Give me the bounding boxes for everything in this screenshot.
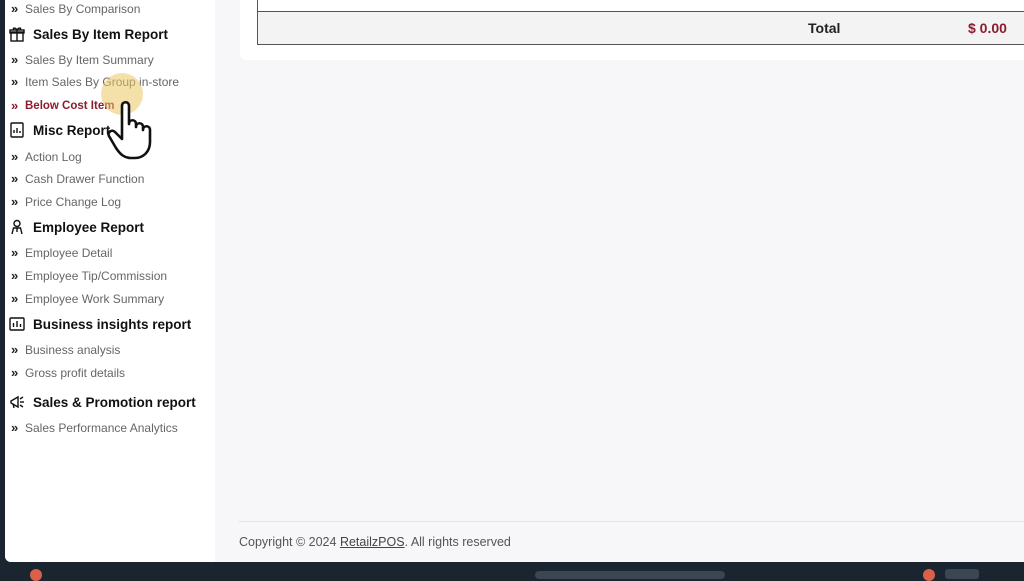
section-title: Employee Report [33,219,145,235]
hand-pointer-icon [107,100,152,160]
person-icon [7,218,27,236]
footer: Copyright © 2024 RetailzPOS. All rights … [239,535,511,549]
chevron-right-icon: » [11,245,19,260]
taskbar-icon[interactable] [945,569,979,579]
taskbar-icon[interactable] [30,569,42,581]
report-icon [7,121,27,139]
sidebar-item-sales-by-item-summary[interactable]: » Sales By Item Summary [11,52,154,68]
sidebar-item-label: Action Log [25,150,82,164]
app-window: » Sales By Comparison Sales By Item Repo… [5,0,1024,562]
section-title: Sales By Item Report [33,26,169,42]
sidebar-item-gross-profit-details[interactable]: » Gross profit details [11,365,125,381]
chevron-right-icon: » [11,149,19,164]
sidebar-item-label: Employee Tip/Commission [25,269,168,283]
section-title: Misc Report [33,122,111,138]
sidebar-item-label: Sales By Item Summary [25,53,154,67]
taskbar-icon[interactable] [923,569,935,581]
sidebar-item-label: Employee Work Summary [25,292,165,306]
sidebar-item-label: Gross profit details [25,366,126,380]
sidebar-item-employee-tip-commission[interactable]: » Employee Tip/Commission [11,268,167,284]
chevron-right-icon: » [11,268,19,283]
sidebar-item-price-change-log[interactable]: » Price Change Log [11,194,121,210]
sidebar-item-label: Sales By Comparison [25,2,141,16]
section-sales-promotion[interactable]: Sales & Promotion report [7,392,196,412]
table-total-row: Total $ 0.00 [257,11,1024,45]
section-employee-report[interactable]: Employee Report [7,217,144,237]
chevron-right-icon: » [11,1,19,16]
section-title: Business insights report [33,316,192,332]
table-row [257,0,1024,11]
sidebar-item-label: Price Change Log [25,195,122,209]
copyright-text: Copyright © 2024 [239,535,337,549]
chevron-right-icon: » [11,365,19,380]
sidebar-item-cash-drawer-function[interactable]: » Cash Drawer Function [11,171,144,187]
chevron-right-icon: » [11,420,19,435]
sidebar-item-action-log[interactable]: » Action Log [11,149,82,165]
chevron-right-icon: » [11,291,19,306]
sidebar-item-label: Sales Performance Analytics [25,421,178,435]
sidebar-item-employee-work-summary[interactable]: » Employee Work Summary [11,291,164,307]
chevron-right-icon: » [11,98,19,113]
sidebar-item-label: Below Cost Item [25,100,115,112]
footer-divider [239,521,1024,522]
megaphone-icon [7,393,27,411]
chevron-right-icon: » [11,52,19,67]
taskbar-search[interactable] [535,571,725,579]
chevron-right-icon: » [11,194,19,209]
section-title: Sales & Promotion report [33,394,196,410]
chevron-right-icon: » [11,171,19,186]
footer-rights-text: . All rights reserved [404,535,511,549]
total-label: Total [808,20,841,36]
main-content: Total $ 0.00 Copyright © 2024 RetailzPOS… [215,0,1024,562]
footer-brand-link[interactable]: RetailzPOS [340,535,405,549]
report-card: Total $ 0.00 [240,0,1024,60]
chevron-right-icon: » [11,342,19,357]
bar-chart-icon [7,315,27,333]
gift-icon [7,25,27,43]
sidebar-item-label: Employee Detail [25,246,113,260]
section-business-insights[interactable]: Business insights report [7,314,191,334]
section-sales-by-item[interactable]: Sales By Item Report [7,24,168,44]
sidebar-item-employee-detail[interactable]: » Employee Detail [11,245,112,261]
sidebar-item-below-cost-item[interactable]: » Below Cost Item [11,98,114,114]
sidebar-item-label: Cash Drawer Function [25,172,145,186]
sidebar-item-label: Business analysis [25,343,121,357]
sidebar-item-sales-by-comparison[interactable]: » Sales By Comparison [11,1,140,17]
sidebar-item-sales-performance-analytics[interactable]: » Sales Performance Analytics [11,420,178,436]
total-value: $ 0.00 [968,20,1007,36]
chevron-right-icon: » [11,74,19,89]
sidebar-item-item-sales-by-group[interactable]: » Item Sales By Group in-store [11,74,179,90]
section-misc-report[interactable]: Misc Report [7,120,110,140]
sidebar-item-business-analysis[interactable]: » Business analysis [11,342,120,358]
